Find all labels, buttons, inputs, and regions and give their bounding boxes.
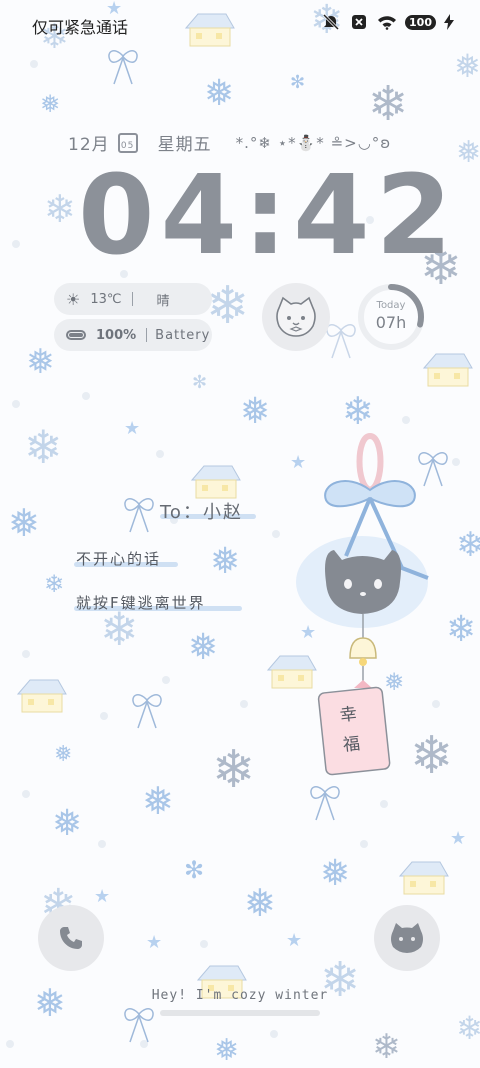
footer-caption: Hey! I'm cozy winter <box>151 988 329 1003</box>
snowflake-icon: ❅ <box>26 342 55 382</box>
snowflake-icon: ❄ <box>372 1027 401 1067</box>
snowflake-icon: ✻ <box>192 372 208 393</box>
star-icon: ★ <box>146 932 163 953</box>
home-indicator[interactable] <box>160 1010 320 1016</box>
ribbon-bow-icon <box>124 1008 154 1043</box>
snowflake-icon: ✻ <box>290 72 306 93</box>
house-icon <box>184 13 235 47</box>
cat-paw-icon <box>391 923 423 953</box>
snowflake-icon: ❅ <box>240 391 271 432</box>
house-icon <box>190 465 241 499</box>
sun-icon: ☀ <box>66 289 81 309</box>
house-icon <box>422 353 473 387</box>
weather-condition: 晴 <box>156 293 170 309</box>
snowflake-icon: ❄ <box>44 570 65 598</box>
calendar-icon: 05 <box>117 132 138 153</box>
house-icon <box>398 861 449 895</box>
note-line-1: 不开心的话 <box>76 550 162 568</box>
ribbon-bow-icon <box>310 786 340 821</box>
ribbon-bow-icon <box>132 694 162 729</box>
snowflake-icon: ❅ <box>244 881 276 925</box>
today-value: 07h <box>375 313 407 332</box>
snowflake-icon: ❅ <box>456 135 480 170</box>
snowflake-icon: ❅ <box>8 501 40 545</box>
mute-icon <box>321 14 341 30</box>
snowflake-icon: ❄ <box>342 389 374 433</box>
snowflake-icon: ❄ <box>24 420 63 474</box>
kaomoji-decoration: *.°❄ ⋆*⛄* ≗>◡°ʚ <box>235 133 392 152</box>
snowflake-icon: ❄ <box>446 609 477 650</box>
snowflake-icon: ❅ <box>188 627 219 668</box>
snowflake-icon: ❅ <box>54 742 73 767</box>
status-bar-icons: 100 <box>321 14 454 30</box>
snowflake-icon: ❄ <box>206 276 250 336</box>
snowflake-icon: ❅ <box>142 779 174 823</box>
snowflake-icon: ❄ <box>456 525 480 565</box>
note-recipient: To：小赵 <box>160 502 243 523</box>
today-label: Today <box>376 300 406 311</box>
note-line-2: 就按F键逃离世界 <box>76 594 206 612</box>
lockscreen-clock: 04:42 <box>78 151 459 279</box>
snowflake-icon: ❅ <box>320 853 351 894</box>
battery-icon <box>66 330 86 340</box>
ribbon-bow-icon <box>124 498 154 533</box>
cat-avatar-widget[interactable] <box>262 283 330 351</box>
battery-widget[interactable]: 100% Battery <box>54 319 212 351</box>
snowflake-icon: ❅ <box>204 73 235 114</box>
star-icon: ★ <box>286 930 303 951</box>
snowflake-icon: ❄ <box>456 1009 480 1047</box>
weather-temp: 13℃ <box>90 291 122 307</box>
house-icon <box>16 679 67 713</box>
snowflake-icon: ❄ <box>368 76 409 132</box>
no-sim-icon <box>349 14 369 30</box>
snowflake-icon: ❄ <box>44 187 76 231</box>
star-icon: ★ <box>124 418 141 439</box>
ribbon-bow-icon <box>108 50 138 85</box>
snowflake-icon: ❄ <box>212 740 256 800</box>
star-icon: ★ <box>94 886 111 907</box>
wifi-icon <box>377 14 397 30</box>
weather-widget[interactable]: ☀ 13℃ 晴 <box>54 283 212 315</box>
phone-icon <box>60 927 82 949</box>
camera-shortcut-button[interactable] <box>374 905 440 971</box>
phone-shortcut-button[interactable] <box>38 905 104 971</box>
star-icon: ★ <box>450 828 467 849</box>
battery-label: Battery <box>155 327 211 343</box>
snowflake-icon: ❅ <box>214 1033 240 1068</box>
battery-icon: 100 <box>405 14 436 30</box>
snowflake-icon: ❅ <box>52 803 83 844</box>
cat-face-icon <box>276 296 316 337</box>
charging-icon <box>444 14 454 30</box>
battery-percent: 100% <box>96 327 137 343</box>
snowflake-icon: ❅ <box>40 90 61 118</box>
status-bar-carrier-text: 仅可紧急通话 <box>32 18 129 37</box>
snowflake-icon: ❅ <box>210 541 241 582</box>
snowflake-icon: ❅ <box>454 47 480 85</box>
wind-chime-cat-charm <box>296 432 429 776</box>
calendar-day: 05 <box>120 140 135 151</box>
snowflake-icon: ✻ <box>184 856 205 884</box>
